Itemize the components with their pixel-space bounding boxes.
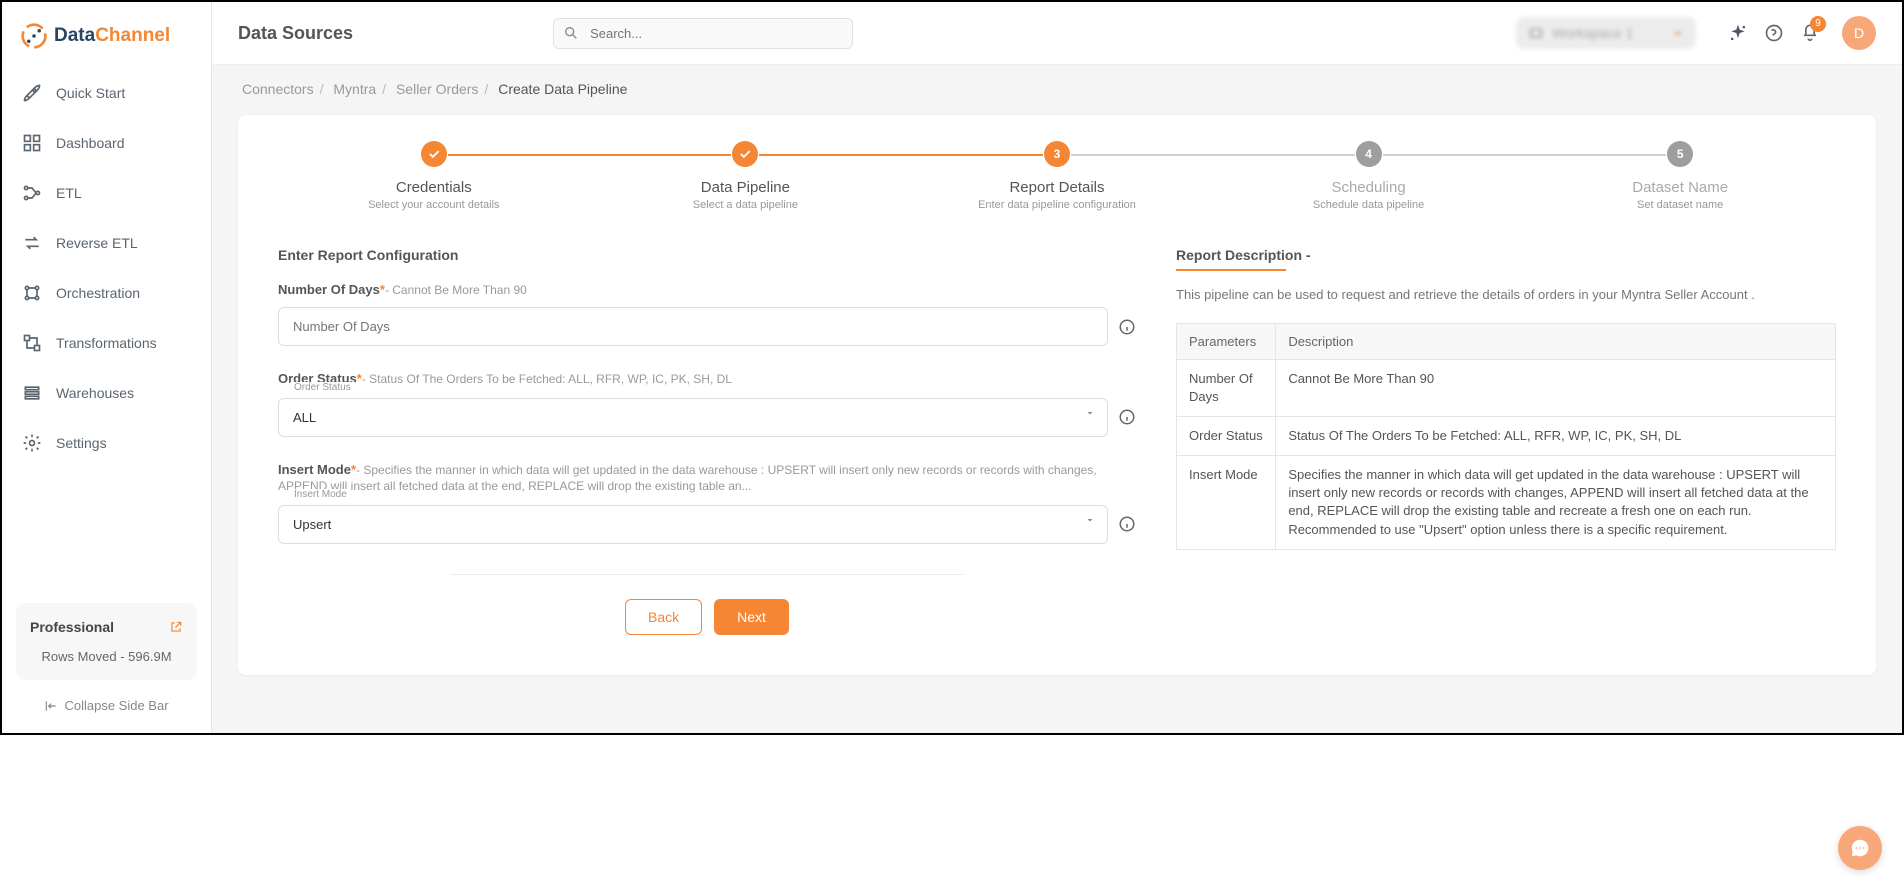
search-icon [563, 25, 579, 41]
brand-logo[interactable]: DataChannel [2, 2, 211, 68]
nav-reverse-etl[interactable]: Reverse ETL [2, 218, 211, 268]
transform-icon [22, 333, 42, 353]
section-title: Enter Report Configuration [278, 247, 1136, 263]
table-row: Order StatusStatus Of The Orders To be F… [1177, 416, 1836, 455]
nav-settings[interactable]: Settings [2, 418, 211, 468]
back-button[interactable]: Back [625, 599, 702, 635]
info-icon[interactable] [1118, 515, 1136, 533]
field-order-status: Order Status*- Status Of The Orders To b… [278, 370, 1136, 437]
avatar[interactable]: D [1842, 16, 1876, 50]
nav-etl[interactable]: ETL [2, 168, 211, 218]
workspace-icon [1528, 25, 1544, 41]
title-underline [1176, 269, 1286, 271]
crumb-current: Create Data Pipeline [498, 81, 627, 97]
nav-quick-start[interactable]: Quick Start [2, 68, 211, 118]
check-icon [738, 147, 752, 161]
check-icon [427, 147, 441, 161]
info-icon[interactable] [1118, 318, 1136, 336]
workspace-selector[interactable]: Workspace 1 [1516, 17, 1696, 49]
main: Data Sources Workspace 1 9 D [212, 2, 1902, 733]
report-description-text: This pipeline can be used to request and… [1176, 285, 1836, 305]
notification-badge: 9 [1810, 16, 1826, 32]
collapse-sidebar[interactable]: Collapse Side Bar [16, 690, 197, 721]
stack-icon [22, 383, 42, 403]
chevron-down-icon [1672, 27, 1684, 39]
crumb-seller-orders[interactable]: Seller Orders [396, 81, 478, 97]
parameters-table: Parameters Description Number Of DaysCan… [1176, 323, 1836, 550]
button-row: Back Next [278, 599, 1136, 635]
notifications[interactable]: 9 [1800, 22, 1820, 45]
grid-icon [22, 133, 42, 153]
search-input[interactable] [553, 18, 853, 49]
step-dataset-name[interactable]: 5 Dataset Name Set dataset name [1524, 141, 1836, 211]
crumb-connectors[interactable]: Connectors [242, 81, 314, 97]
swap-icon [22, 233, 42, 253]
info-icon[interactable] [1118, 408, 1136, 426]
nodes-icon [22, 283, 42, 303]
step-data-pipeline[interactable]: Data Pipeline Select a data pipeline [590, 141, 902, 211]
plan-card: Professional Rows Moved - 596.9M [16, 603, 197, 680]
crumb-myntra[interactable]: Myntra [333, 81, 376, 97]
content-card: Credentials Select your account details … [238, 115, 1876, 675]
order-status-select[interactable]: ALL [278, 398, 1108, 437]
next-button[interactable]: Next [714, 599, 789, 635]
insert-mode-select[interactable]: Upsert [278, 505, 1108, 544]
plan-name: Professional [30, 619, 114, 635]
nav-warehouses[interactable]: Warehouses [2, 368, 211, 418]
rocket-icon [22, 83, 42, 103]
divider [450, 574, 965, 575]
nav-orchestration[interactable]: Orchestration [2, 268, 211, 318]
table-row: Insert ModeSpecifies the manner in which… [1177, 456, 1836, 550]
number-of-days-input[interactable] [278, 307, 1108, 346]
gear-icon [22, 433, 42, 453]
field-insert-mode: Insert Mode*- Specifies the manner in wh… [278, 461, 1136, 544]
report-description-title: Report Description - [1176, 247, 1836, 263]
step-credentials[interactable]: Credentials Select your account details [278, 141, 590, 211]
sparkle-icon[interactable] [1728, 23, 1748, 43]
table-header-parameters: Parameters [1177, 323, 1276, 359]
logo-icon [20, 22, 48, 50]
table-row: Number Of DaysCannot Be More Than 90 [1177, 359, 1836, 416]
table-header-description: Description [1276, 323, 1836, 359]
search-wrap [553, 18, 853, 49]
step-report-details[interactable]: 3 Report Details Enter data pipeline con… [901, 141, 1213, 211]
help-icon[interactable] [1764, 23, 1784, 43]
step-scheduling[interactable]: 4 Scheduling Schedule data pipeline [1213, 141, 1525, 211]
collapse-icon [44, 699, 58, 713]
external-link-icon[interactable] [169, 620, 183, 634]
sidebar: DataChannel Quick Start Dashboard ETL Re… [2, 2, 212, 733]
stepper: Credentials Select your account details … [278, 141, 1836, 211]
flow-icon [22, 183, 42, 203]
topbar: Data Sources Workspace 1 9 D [212, 2, 1902, 65]
plan-rows: Rows Moved - 596.9M [30, 649, 183, 664]
page-title: Data Sources [238, 23, 353, 44]
nav-dashboard[interactable]: Dashboard [2, 118, 211, 168]
nav-transformations[interactable]: Transformations [2, 318, 211, 368]
field-number-of-days: Number Of Days*- Cannot Be More Than 90 [278, 281, 1136, 346]
breadcrumb: Connectors/ Myntra/ Seller Orders/ Creat… [212, 65, 1902, 107]
nav: Quick Start Dashboard ETL Reverse ETL Or… [2, 68, 211, 603]
